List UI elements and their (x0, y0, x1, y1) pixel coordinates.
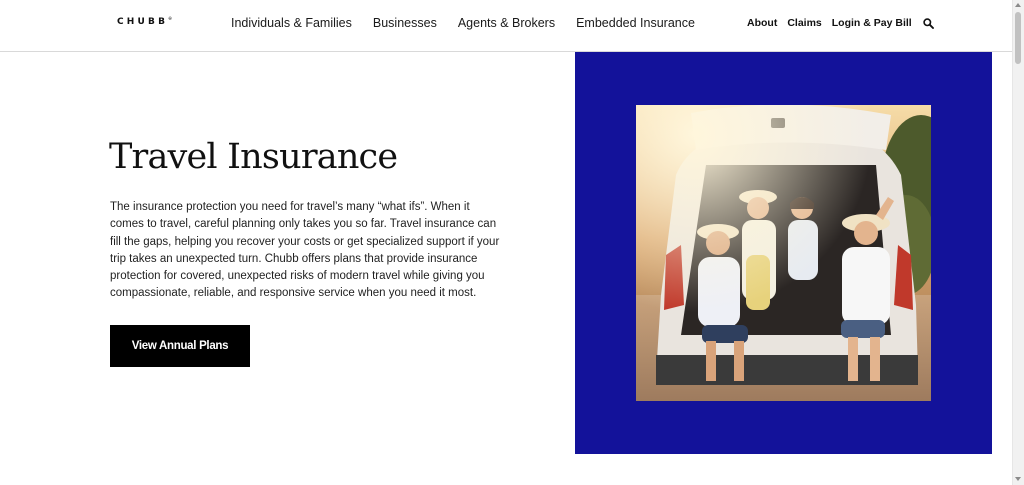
nav-login-pay-bill[interactable]: Login & Pay Bill (832, 17, 912, 29)
nav-about[interactable]: About (747, 17, 777, 29)
nav-individuals-families[interactable]: Individuals & Families (231, 16, 352, 30)
nav-businesses[interactable]: Businesses (373, 16, 437, 30)
hero-description: The insurance protection you need for tr… (110, 201, 500, 300)
scroll-up-arrow-icon[interactable] (1015, 3, 1021, 7)
logo-registered-mark: ® (168, 16, 173, 21)
scroll-thumb[interactable] (1015, 12, 1021, 64)
page-title: Travel Insurance (109, 137, 398, 177)
nav-embedded-insurance[interactable]: Embedded Insurance (576, 16, 695, 30)
family-travel-photo (636, 105, 931, 401)
logo-text: CHUBB (117, 17, 169, 27)
scroll-down-arrow-icon[interactable] (1015, 477, 1021, 481)
primary-nav: Individuals & Families Businesses Agents… (231, 16, 695, 30)
nav-claims[interactable]: Claims (787, 17, 821, 29)
search-icon[interactable] (923, 17, 934, 29)
nav-agents-brokers[interactable]: Agents & Brokers (458, 16, 555, 30)
chubb-logo[interactable]: CHUBB® (117, 16, 173, 27)
page-scrollbar[interactable] (1012, 0, 1024, 485)
view-annual-plans-button[interactable]: View Annual Plans (110, 325, 250, 367)
utility-nav: About Claims Login & Pay Bill (747, 17, 934, 29)
site-header: CHUBB® Individuals & Families Businesses… (0, 0, 1013, 52)
hero-media-panel (575, 52, 992, 454)
